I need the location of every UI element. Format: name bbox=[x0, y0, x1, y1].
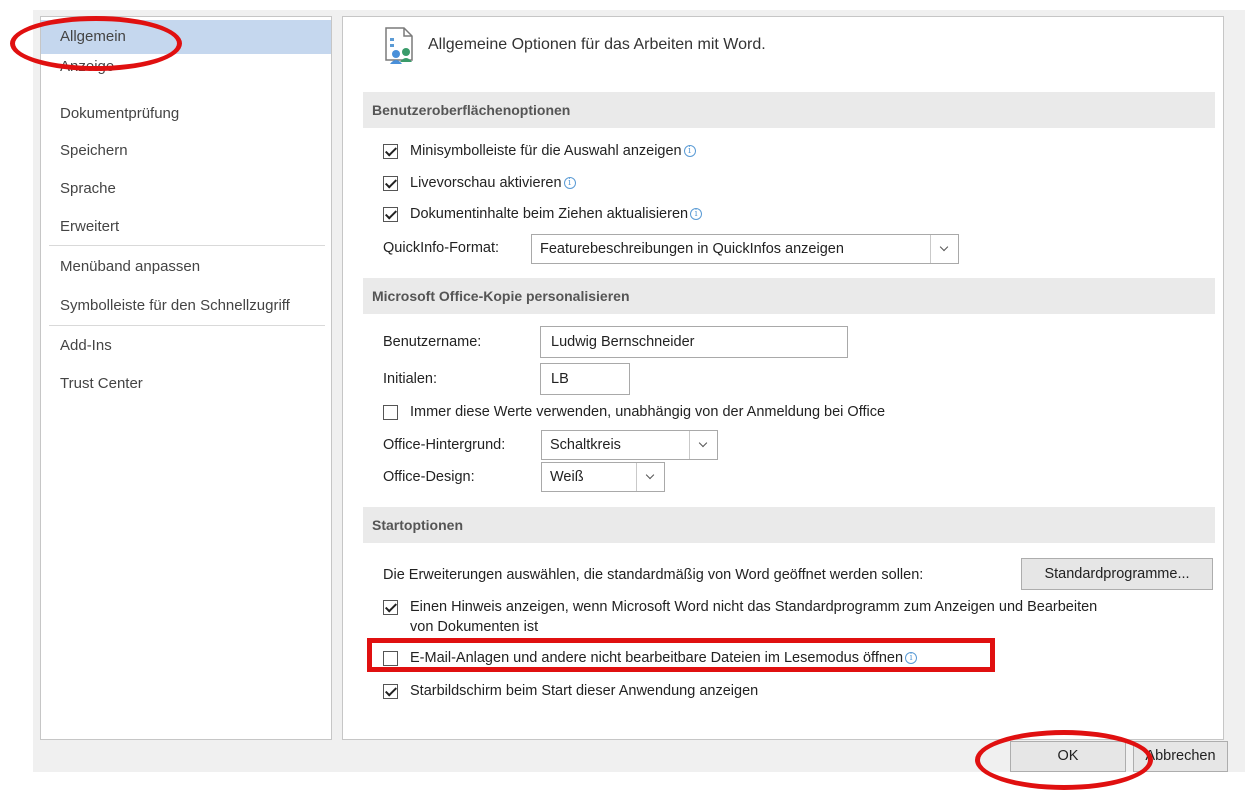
section-startup: Startoptionen bbox=[363, 507, 1215, 543]
always-use-checkbox[interactable] bbox=[383, 404, 398, 420]
default-program-hint-label-cont: von Dokumenten ist bbox=[410, 619, 539, 635]
design-label: Office-Design: bbox=[383, 469, 475, 485]
general-options-icon bbox=[385, 27, 413, 64]
design-select[interactable]: Weiß bbox=[541, 462, 665, 492]
annotation-rect-reading-mode bbox=[367, 638, 995, 672]
minitoolbar-checkbox[interactable] bbox=[383, 143, 398, 159]
section-ui-options: Benutzeroberflächenoptionen bbox=[363, 92, 1215, 128]
default-programs-button[interactable]: Standardprogramme... bbox=[1021, 558, 1213, 590]
section-personalize: Microsoft Office-Kopie personalisieren bbox=[363, 278, 1215, 314]
initials-field[interactable]: LB bbox=[540, 363, 630, 395]
nav-divider bbox=[49, 245, 325, 246]
nav-item-sprache[interactable]: Sprache bbox=[41, 172, 331, 206]
always-use-option[interactable]: Immer diese Werte verwenden, unabhängig … bbox=[383, 404, 885, 420]
background-value: Schaltkreis bbox=[550, 437, 621, 453]
page-title: Allgemeine Optionen für das Arbeiten mit… bbox=[428, 36, 766, 53]
drag-update-label: Dokumentinhalte beim Ziehen aktualisiere… bbox=[410, 206, 689, 222]
minitoolbar-option[interactable]: Minisymbolleiste für die Auswahl anzeige… bbox=[383, 143, 696, 159]
live-preview-checkbox[interactable] bbox=[383, 175, 398, 191]
options-nav: Allgemein Anzeige Dokumentprüfung Speich… bbox=[40, 16, 332, 740]
drag-update-option[interactable]: Dokumentinhalte beim Ziehen aktualisiere… bbox=[383, 206, 703, 222]
nav-item-add-ins[interactable]: Add-Ins bbox=[41, 329, 331, 363]
minitoolbar-label: Minisymbolleiste für die Auswahl anzeige… bbox=[410, 143, 682, 159]
chevron-down-icon bbox=[930, 235, 958, 263]
design-value: Weiß bbox=[550, 469, 584, 485]
initials-label: Initialen: bbox=[383, 371, 438, 387]
username-field[interactable]: Ludwig Bernschneider bbox=[540, 326, 848, 358]
chevron-down-icon bbox=[689, 431, 717, 459]
nav-item-speichern[interactable]: Speichern bbox=[41, 134, 331, 168]
quickinfo-select[interactable]: Featurebeschreibungen in QuickInfos anze… bbox=[531, 234, 959, 264]
info-icon: i bbox=[683, 145, 696, 157]
quickinfo-label: QuickInfo-Format: bbox=[383, 240, 500, 256]
nav-item-menueband[interactable]: Menüband anpassen bbox=[41, 250, 331, 284]
start-screen-label: Starbildschirm beim Start dieser Anwendu… bbox=[410, 683, 759, 699]
start-screen-option[interactable]: Starbildschirm beim Start dieser Anwendu… bbox=[383, 683, 758, 699]
nav-item-erweitert[interactable]: Erweitert bbox=[41, 210, 331, 244]
background-label: Office-Hintergrund: bbox=[383, 437, 506, 453]
default-program-hint-checkbox[interactable] bbox=[383, 599, 398, 615]
live-preview-option[interactable]: Livevorschau aktivieren i bbox=[383, 175, 576, 191]
info-icon: i bbox=[690, 208, 703, 220]
default-program-hint-option[interactable]: Einen Hinweis anzeigen, wenn Microsoft W… bbox=[383, 599, 1097, 615]
nav-divider bbox=[49, 325, 325, 326]
background-select[interactable]: Schaltkreis bbox=[541, 430, 718, 460]
extensions-text: Die Erweiterungen auswählen, die standar… bbox=[383, 567, 924, 583]
nav-item-dokumentpruefung[interactable]: Dokumentprüfung bbox=[41, 97, 331, 131]
info-icon: i bbox=[563, 177, 576, 189]
nav-item-schnellzugriff[interactable]: Symbolleiste für den Schnellzugriff bbox=[41, 289, 331, 323]
quickinfo-value: Featurebeschreibungen in QuickInfos anze… bbox=[540, 241, 844, 257]
live-preview-label: Livevorschau aktivieren bbox=[410, 175, 562, 191]
username-label: Benutzername: bbox=[383, 334, 482, 350]
start-screen-checkbox[interactable] bbox=[383, 683, 398, 699]
always-use-label: Immer diese Werte verwenden, unabhängig … bbox=[410, 404, 886, 420]
annotation-ellipse-ok bbox=[975, 730, 1153, 790]
annotation-ellipse-allgemein bbox=[10, 16, 182, 71]
chevron-down-icon bbox=[636, 463, 664, 491]
default-program-hint-label: Einen Hinweis anzeigen, wenn Microsoft W… bbox=[410, 599, 1098, 615]
drag-update-checkbox[interactable] bbox=[383, 206, 398, 222]
nav-item-trust-center[interactable]: Trust Center bbox=[41, 367, 331, 401]
